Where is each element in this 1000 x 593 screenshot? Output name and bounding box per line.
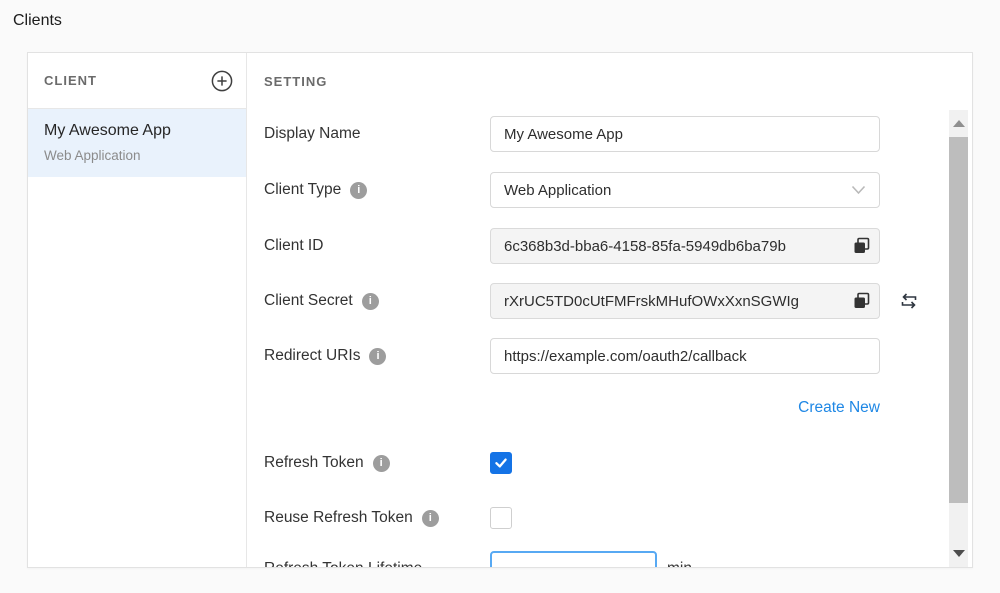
refresh-token-label: Refresh Token i xyxy=(264,454,490,472)
refresh-token-row: Refresh Token i xyxy=(264,452,972,474)
copy-icon xyxy=(852,237,871,256)
scroll-down-button[interactable] xyxy=(949,540,968,567)
client-secret-label: Client Secret i xyxy=(264,292,490,310)
create-new-link[interactable]: Create New xyxy=(490,399,880,417)
client-secret-input[interactable] xyxy=(490,283,880,319)
add-client-button[interactable] xyxy=(211,70,233,92)
reuse-refresh-token-row: Reuse Refresh Token i xyxy=(264,507,972,529)
refresh-token-lifetime-input[interactable] xyxy=(490,551,657,568)
plus-circle-icon xyxy=(211,70,233,92)
refresh-token-lifetime-label: Refresh Token Lifetime xyxy=(264,560,490,568)
client-id-row: Client ID xyxy=(264,228,972,264)
display-name-row: Display Name xyxy=(264,116,972,152)
redirect-uris-label: Redirect URIs i xyxy=(264,347,490,365)
client-secret-field xyxy=(490,283,880,319)
client-type-label: Client Type i xyxy=(264,181,490,199)
redirect-uris-row: Redirect URIs i xyxy=(264,338,972,374)
settings-form: Display Name Client Type i Web Applicati… xyxy=(247,109,972,568)
display-name-input[interactable] xyxy=(490,116,880,152)
info-icon[interactable]: i xyxy=(369,348,386,365)
client-type-row: Client Type i Web Application xyxy=(264,172,972,208)
client-list-item[interactable]: My Awesome App Web Application xyxy=(28,109,246,177)
create-new-row: Create New xyxy=(264,399,972,417)
reuse-refresh-token-label: Reuse Refresh Token i xyxy=(264,509,490,527)
info-icon[interactable]: i xyxy=(362,293,379,310)
client-list-panel: CLIENT My Awesome App Web Application xyxy=(28,53,247,567)
copy-client-secret-button[interactable] xyxy=(850,290,873,313)
regenerate-secret-button[interactable] xyxy=(898,290,920,312)
refresh-token-checkbox[interactable] xyxy=(490,452,512,474)
client-type-value: Web Application xyxy=(504,182,611,199)
minutes-suffix: min xyxy=(667,560,692,568)
info-icon[interactable]: i xyxy=(422,510,439,527)
refresh-token-lifetime-row: Refresh Token Lifetime min xyxy=(264,551,972,568)
client-id-input[interactable] xyxy=(490,228,880,264)
settings-header: SETTING xyxy=(247,53,972,109)
client-id-field xyxy=(490,228,880,264)
page-title: Clients xyxy=(13,12,62,30)
info-icon[interactable]: i xyxy=(373,455,390,472)
reuse-refresh-token-checkbox[interactable] xyxy=(490,507,512,529)
copy-icon xyxy=(852,292,871,311)
scroll-up-arrow-icon xyxy=(953,120,965,127)
client-id-label: Client ID xyxy=(264,237,490,255)
chevron-down-icon xyxy=(851,185,866,195)
scrollbar-thumb[interactable] xyxy=(949,137,968,503)
regenerate-icon xyxy=(898,290,920,312)
display-name-label: Display Name xyxy=(264,125,490,143)
clients-card: CLIENT My Awesome App Web Application SE… xyxy=(27,52,973,568)
client-list-header: CLIENT xyxy=(28,53,246,109)
scroll-down-arrow-icon xyxy=(953,550,965,557)
settings-panel: SETTING Display Name Client Type i Web A… xyxy=(247,53,972,567)
scroll-up-button[interactable] xyxy=(949,110,968,137)
client-type-select[interactable]: Web Application xyxy=(490,172,880,208)
copy-client-id-button[interactable] xyxy=(850,235,873,258)
client-item-name: My Awesome App xyxy=(44,122,230,140)
client-secret-row: Client Secret i xyxy=(264,283,972,319)
info-icon[interactable]: i xyxy=(350,182,367,199)
client-list-title: CLIENT xyxy=(44,73,97,88)
settings-title: SETTING xyxy=(264,74,327,89)
client-item-type: Web Application xyxy=(44,148,230,163)
settings-scrollbar[interactable] xyxy=(949,110,968,567)
redirect-uri-input[interactable] xyxy=(490,338,880,374)
